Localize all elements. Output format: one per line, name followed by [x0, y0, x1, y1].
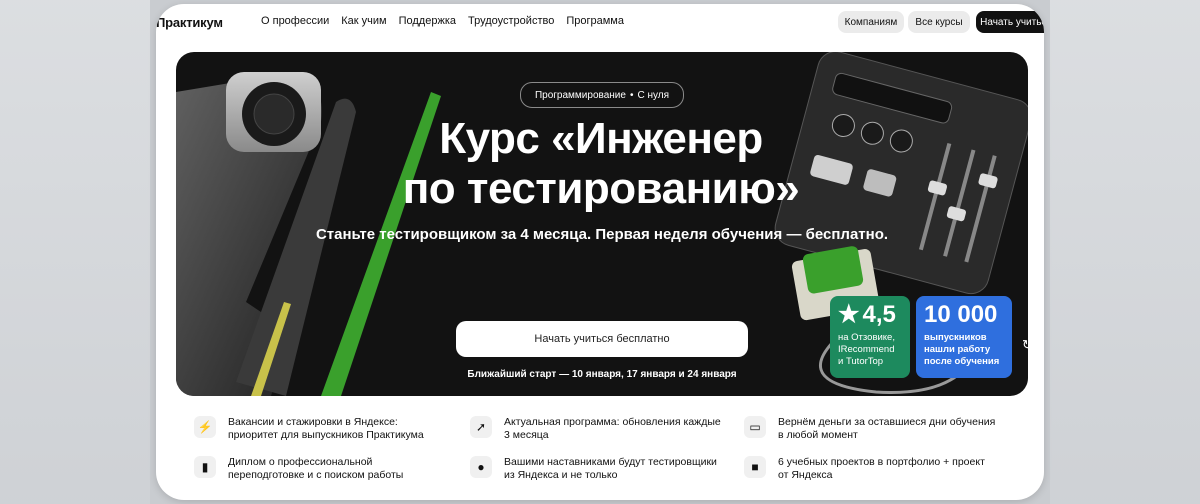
nav-link-support[interactable]: Поддержка [399, 15, 456, 27]
tag-separator: • [629, 89, 634, 101]
logo[interactable]: Практикум [156, 15, 223, 30]
feature-text: от Яндекса [778, 469, 833, 481]
background-panel-right [1050, 0, 1200, 504]
rating-card: ★ 4,5 на Отзовике, IRecommend и TutorTop [830, 296, 910, 378]
nav-link-program[interactable]: Программа [566, 15, 624, 27]
feature-text: Вашими наставниками будут тестировщики [504, 456, 717, 468]
top-navigation: Практикум О профессии Как учим Поддержка… [156, 4, 1044, 40]
feature-text: Актуальная программа: обновления каждые [504, 416, 721, 428]
feature-text: из Яндекса и не только [504, 469, 618, 481]
feature-text: Вакансии и стажировки в Яндексе: [228, 416, 398, 428]
rating-value: 4,5 [862, 301, 896, 328]
graduates-value: 10 000 [924, 301, 998, 328]
feature-item: ▮ Диплом о профессиональной переподготовк… [194, 456, 403, 482]
star-icon: ★ [838, 301, 860, 328]
background-panel-left [0, 0, 150, 504]
diploma-icon: ▮ [194, 456, 216, 478]
feature-text: Диплом о профессиональной [228, 456, 373, 468]
rocket-icon: ➚ [470, 416, 492, 438]
page-title: Курс «Инженер по тестированию» [336, 114, 866, 214]
video-icon: ■ [744, 456, 766, 478]
features-section: ⚡ Вакансии и стажировки в Яндексе: приори… [176, 400, 1028, 496]
hero-banner: Программирование • С нуля Курс «Инженер … [176, 52, 1028, 396]
hero-subtitle: Станьте тестировщиком за 4 месяца. Перва… [315, 226, 889, 243]
feature-text: 3 месяца [504, 429, 549, 441]
rating-caption-line: IRecommend [838, 344, 895, 355]
feature-item: ▭ Вернём деньги за оставшиеся дни обучен… [744, 416, 995, 442]
rating-caption-line: на Отзовике, [838, 332, 895, 343]
title-line-1: Курс «Инженер [439, 114, 763, 163]
card-icon: ▭ [744, 416, 766, 438]
lightning-icon: ⚡ [194, 416, 216, 438]
nav-link-about[interactable]: О профессии [261, 15, 329, 27]
tag-from-scratch: С нуля [637, 89, 670, 101]
browser-frame: Практикум О профессии Как учим Поддержка… [156, 4, 1044, 500]
nav-link-how-we-teach[interactable]: Как учим [341, 15, 386, 27]
title-line-2: по тестированию» [402, 164, 800, 213]
feature-text: приоритет для выпускников Практикума [228, 429, 424, 441]
feature-text: 6 учебных проектов в портфолио + проект [778, 456, 985, 468]
nav-link-employment[interactable]: Трудоустройство [468, 15, 554, 27]
nav-links: О профессии Как учим Поддержка Трудоустр… [261, 15, 624, 27]
graduates-card: 10 000 выпускников нашли работу после об… [916, 296, 1012, 378]
graduates-caption-line: выпускников [924, 332, 987, 343]
feature-text: переподготовке и с поиском работы [228, 469, 404, 481]
next-start-dates: Ближайший старт — 10 января, 17 января и… [467, 369, 737, 380]
graduates-caption-line: после обучения [924, 356, 1000, 367]
feature-item: ➚ Актуальная программа: обновления кажды… [470, 416, 721, 442]
feature-item: ● Вашими наставниками будут тестировщики… [470, 456, 717, 482]
tag-programming: Программирование [534, 89, 626, 101]
feature-text: в любой момент [778, 429, 858, 441]
refresh-icon[interactable]: ↻ [1022, 337, 1028, 353]
feature-item: ⚡ Вакансии и стажировки в Яндексе: приори… [194, 416, 424, 442]
rating-caption-line: и TutorTop [838, 356, 884, 367]
category-tag: Программирование • С нуля [520, 82, 684, 108]
all-courses-button[interactable]: Все курсы [908, 11, 970, 33]
start-learning-button[interactable]: Начать учиться [976, 11, 1044, 33]
companies-button[interactable]: Компаниям [838, 11, 904, 33]
start-free-button[interactable]: Начать учиться бесплатно [456, 321, 748, 357]
feature-text: Вернём деньги за оставшиеся дни обучения [778, 416, 996, 428]
feature-item: ■ 6 учебных проектов в портфолио + проек… [744, 456, 985, 482]
graduates-caption-line: нашли работу [924, 344, 991, 355]
person-icon: ● [470, 456, 492, 478]
